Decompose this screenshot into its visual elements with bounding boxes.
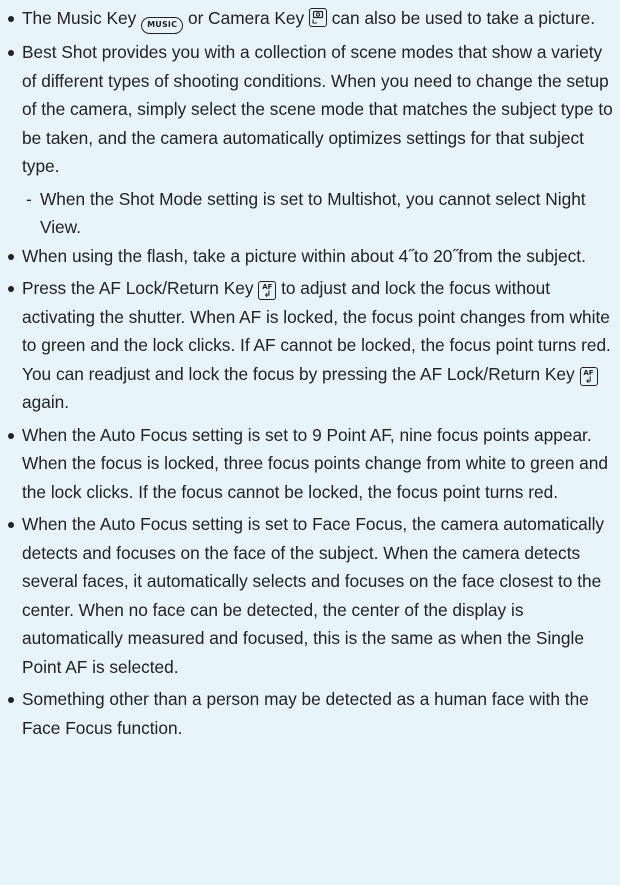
return-arrow: ↲ bbox=[584, 375, 593, 386]
note-text: The Music Key bbox=[22, 8, 142, 28]
bullet bbox=[8, 16, 14, 22]
bullet bbox=[8, 50, 14, 56]
note-music-camera-key: The Music Key MUSIC or Camera Key can al… bbox=[4, 4, 620, 34]
note-text: can also be used to take a picture. bbox=[326, 8, 596, 28]
bullet bbox=[8, 286, 14, 292]
bullet bbox=[8, 253, 14, 260]
sub-note-multishot: - When the Shot Mode setting is set to M… bbox=[4, 185, 620, 242]
bullet bbox=[8, 522, 14, 528]
note-text: Best Shot provides you with a collection… bbox=[22, 42, 613, 176]
note-text: Press the AF Lock/Return Key bbox=[22, 278, 259, 298]
sub-note-text: When the Shot Mode setting is set to Mul… bbox=[40, 188, 586, 238]
af-lock-return-key-icon: AF ↲ bbox=[579, 366, 598, 386]
af-lock-return-key-icon: AF ↲ bbox=[258, 281, 277, 300]
note-text: Something other than a person may be det… bbox=[22, 689, 589, 738]
note-text: When using the flash, take a picture wit… bbox=[22, 245, 586, 266]
note-text: When the Auto Focus setting is set to 9 … bbox=[22, 424, 608, 502]
note-face-focus: When the Auto Focus setting is set to Fa… bbox=[4, 510, 620, 681]
note-flash: When using the flash, take a picture wit… bbox=[4, 242, 620, 271]
camera-key-icon bbox=[308, 8, 327, 27]
manual-page: The Music Key MUSIC or Camera Key can al… bbox=[0, 0, 620, 885]
dash: - bbox=[26, 188, 32, 209]
music-key-icon: MUSIC bbox=[141, 17, 184, 34]
note-text: or Camera Key bbox=[183, 8, 309, 28]
return-arrow: ↲ bbox=[263, 290, 272, 300]
notes-list: The Music Key MUSIC or Camera Key can al… bbox=[4, 4, 620, 742]
bullet bbox=[8, 432, 14, 439]
note-text: When the Auto Focus setting is set to Fa… bbox=[22, 514, 605, 677]
note-af-lock: Press the AF Lock/Return Key AF ↲ to adju… bbox=[4, 274, 620, 417]
note-9-point-af: When the Auto Focus setting is set to 9 … bbox=[4, 421, 620, 507]
bullet bbox=[8, 697, 14, 703]
note-face-detection: Something other than a person may be det… bbox=[4, 685, 620, 742]
note-best-shot: Best Shot provides you with a collection… bbox=[4, 38, 620, 181]
note-text: again. bbox=[22, 392, 70, 412]
